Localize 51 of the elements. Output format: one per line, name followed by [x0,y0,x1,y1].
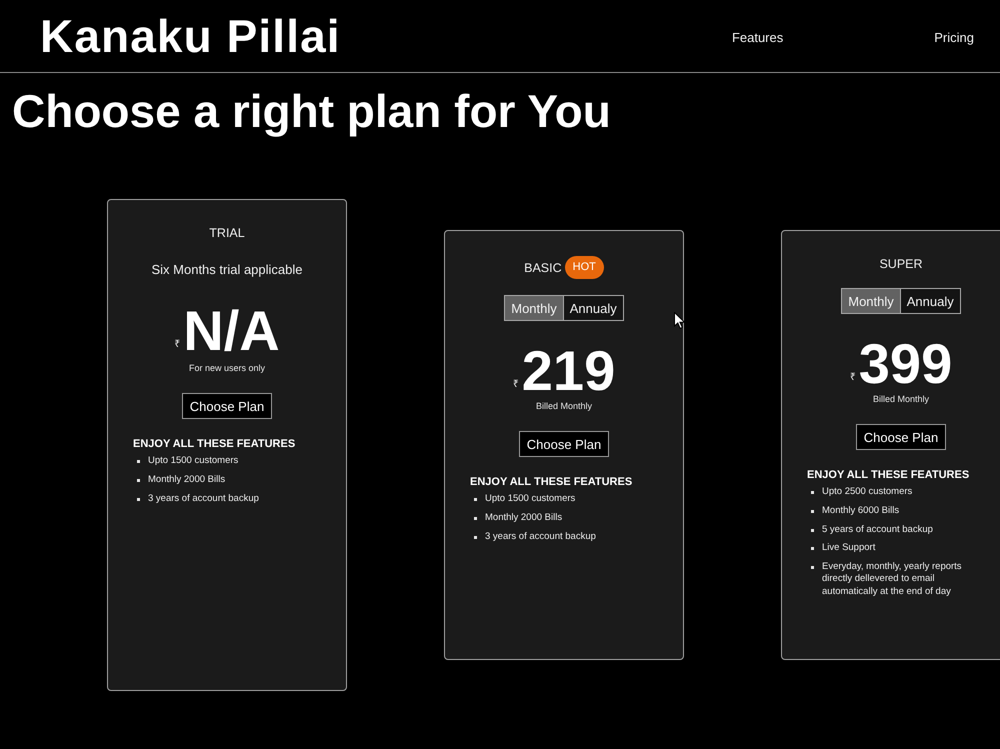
choose-plan-button[interactable]: Choose Plan [182,393,272,419]
feature-text: Upto 2500 customers [822,486,912,498]
price-note: Billed Monthly [536,400,592,412]
page-heading: Choose a right plan for You [12,84,612,139]
features-heading: ENJOY ALL THESE FEATURES [133,437,296,451]
choose-plan-button[interactable]: Choose Plan [856,424,946,450]
plan-name: SUPER [879,256,923,272]
bullet-icon [811,510,814,513]
plan-subtitle: Six Months trial applicable [151,262,303,278]
billing-tab[interactable]: Monthly [504,295,564,321]
bullet-icon [474,536,477,539]
feature-text: Upto 1500 customers [485,493,576,506]
plan-name: BASIC [524,260,562,276]
feature-text: 3 years of account backup [485,530,596,543]
bullet-icon [137,478,140,482]
feature-text: 5 years of account backup [822,524,933,536]
feature-text: Monthly 6000 Bills [822,504,900,518]
choose-plan-button[interactable]: Choose Plan [518,431,610,457]
price-note: For new users only [188,362,266,374]
bullet-icon [474,516,477,520]
bullet-icon [137,460,140,463]
bullet-icon [811,566,814,570]
plan-price: N/A [183,299,280,362]
bullet-icon [474,498,477,501]
plan-price: 399 [858,332,952,395]
features-heading: ENJOY ALL THESE FEATURES [807,468,970,482]
feature-text: Monthly 2000 Bills [148,474,226,486]
feature-text: Upto 1500 customers [148,455,238,468]
billing-tab[interactable]: Annualy [564,295,624,321]
nav-link[interactable]: Pricing [934,30,974,44]
feature-text: Everyday, monthly, yearly reports directly dellevered to email automatically at the end of day [822,561,963,598]
billing-tab[interactable]: Annualy [900,288,961,314]
bullet-icon [811,547,814,550]
bullet-icon [811,491,814,494]
billing-tab[interactable]: Monthly [841,288,901,314]
nav-link[interactable]: Features [732,30,784,44]
feature-text: Monthly 2000 Bills [485,512,562,524]
currency-symbol: ₹ [174,339,180,350]
plan-name: TRIAL [209,225,245,241]
price-note: Billed Monthly [872,393,930,405]
logo-text[interactable]: Kanaku Pillai [40,13,341,59]
bullet-icon [811,528,814,532]
plan-badge: HOT [564,256,604,279]
feature-text: Live Support [822,542,876,555]
features-heading: ENJOY ALL THESE FEATURES [470,475,634,489]
mouse-pointer-icon [674,312,685,329]
feature-text: 3 years of account backup [148,492,259,505]
bullet-icon [137,498,140,501]
currency-symbol: ₹ [850,372,856,383]
currency-symbol: ₹ [512,379,519,390]
plan-price: 219 [522,339,616,402]
